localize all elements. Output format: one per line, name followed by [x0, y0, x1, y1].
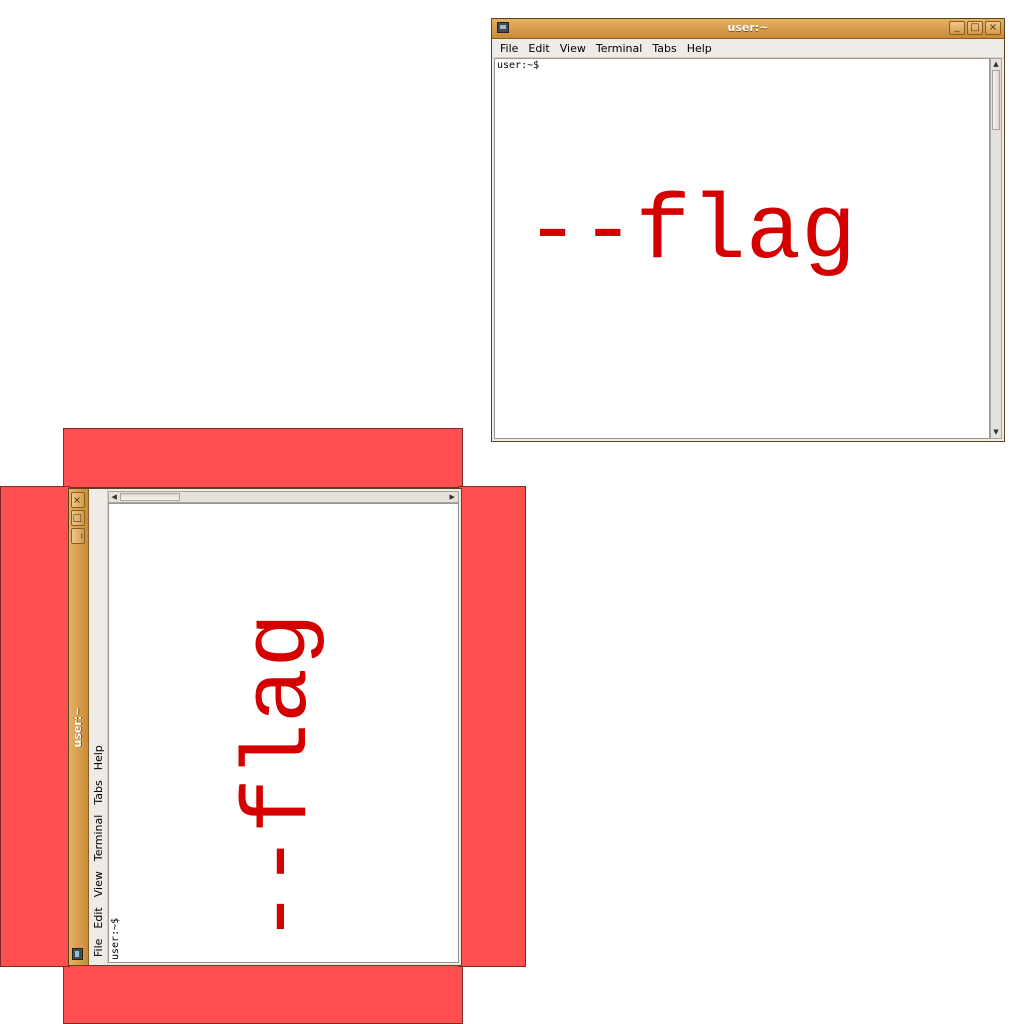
vertical-scrollbar[interactable]: ▲ ▼	[990, 58, 1002, 439]
menu-edit[interactable]: Edit	[524, 42, 555, 55]
menu-file[interactable]: File	[92, 933, 105, 961]
titlebar[interactable]: user:~ _ □ ×	[492, 19, 1004, 39]
scroll-down-arrow-icon[interactable]: ▼	[447, 492, 458, 502]
menu-view[interactable]: View	[556, 42, 592, 55]
menu-help[interactable]: Help	[683, 42, 718, 55]
menu-view[interactable]: View	[92, 865, 105, 901]
flag-text: --flag	[525, 180, 857, 285]
window-controls: _ □ ×	[949, 21, 1001, 35]
minimize-button[interactable]: _	[71, 528, 85, 544]
scroll-thumb[interactable]	[992, 70, 1000, 130]
minimize-button[interactable]: _	[949, 21, 965, 35]
maximize-button[interactable]: □	[967, 21, 983, 35]
menu-terminal[interactable]: Terminal	[92, 809, 105, 866]
terminal-area[interactable]: user:~$ --flag	[494, 58, 990, 439]
menu-file[interactable]: File	[496, 42, 524, 55]
menu-terminal[interactable]: Terminal	[592, 42, 649, 55]
menu-help[interactable]: Help	[92, 739, 105, 774]
menu-tabs[interactable]: Tabs	[648, 42, 682, 55]
rotated-terminal-window: user:~ _ □ × File Edit View Terminal Tab…	[68, 488, 462, 966]
rotated-window-controls: _ □ ×	[71, 492, 85, 544]
scroll-up-arrow-icon[interactable]: ▲	[109, 492, 120, 502]
rotated-menubar: File Edit View Terminal Tabs Help	[89, 489, 108, 965]
red-panel-top	[63, 428, 463, 488]
scroll-up-arrow-icon[interactable]: ▲	[991, 59, 1001, 70]
scroll-thumb[interactable]	[120, 493, 180, 501]
terminal-window: user:~ _ □ × File Edit View Terminal Tab…	[491, 18, 1005, 442]
close-button[interactable]: ×	[71, 492, 85, 508]
shell-prompt: user:~$	[497, 60, 540, 71]
close-button[interactable]: ×	[985, 21, 1001, 35]
rotated-window-wrapper: user:~ _ □ × File Edit View Terminal Tab…	[68, 488, 462, 966]
rotated-flag-text: --flag	[228, 612, 333, 944]
menubar: File Edit View Terminal Tabs Help	[492, 39, 1004, 58]
menu-edit[interactable]: Edit	[92, 901, 105, 932]
shell-prompt: user:~$	[110, 917, 121, 960]
scroll-down-arrow-icon[interactable]: ▼	[991, 427, 1001, 438]
rotated-terminal-area[interactable]: user:~$ --flag	[108, 503, 459, 963]
window-title: user:~	[727, 21, 769, 34]
red-panel-bottom	[63, 963, 463, 1024]
maximize-button[interactable]: □	[71, 510, 85, 526]
rotated-window-title: user:~	[71, 706, 84, 748]
red-panel-right	[458, 486, 526, 967]
rotated-scrollbar[interactable]: ▲ ▼	[108, 491, 459, 503]
rotated-titlebar[interactable]: user:~ _ □ ×	[69, 489, 89, 965]
menu-tabs[interactable]: Tabs	[92, 774, 105, 808]
red-panel-left	[0, 486, 70, 967]
